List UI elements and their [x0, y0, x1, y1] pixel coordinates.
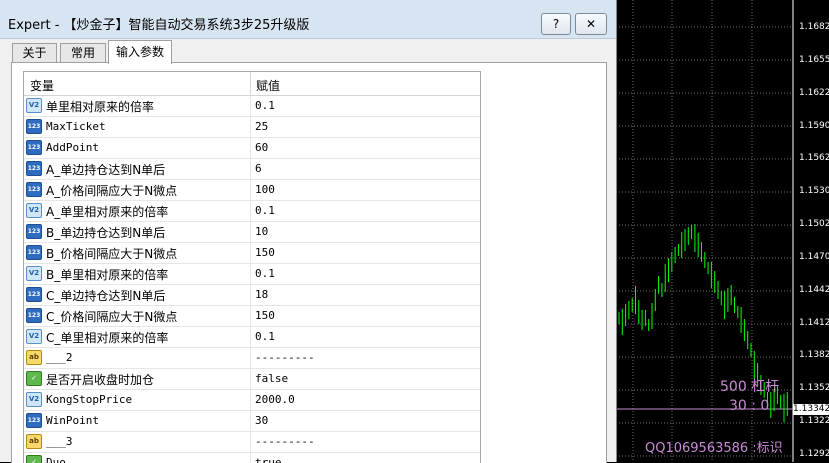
price-tick: 1.16550: [799, 55, 829, 65]
price-tick: 1.13825: [799, 350, 829, 360]
integer-icon: 123: [26, 287, 42, 302]
double-icon: V2: [26, 203, 42, 218]
parameter-name: AddPoint: [46, 141, 99, 154]
parameter-name: A_单里相对原来的倍率: [46, 205, 169, 219]
price-tick: 1.13520: [799, 383, 829, 393]
table-row[interactable]: V2 单里相对原来的倍率 0.1: [24, 96, 480, 117]
parameter-value[interactable]: 30: [255, 414, 268, 427]
parameter-value[interactable]: false: [255, 372, 288, 385]
parameter-name: C_单里相对原来的倍率: [46, 331, 169, 345]
integer-icon: 123: [26, 413, 42, 428]
parameter-name: ___2: [46, 351, 73, 364]
parameter-name: B_单里相对原来的倍率: [46, 268, 169, 282]
table-row[interactable]: 123 AddPoint 60: [24, 138, 480, 159]
parameter-value[interactable]: 0.1: [255, 267, 275, 280]
integer-icon: 123: [26, 245, 42, 260]
parameter-name: A_价格间隔应大于N微点: [46, 184, 178, 198]
parameter-name: C_价格间隔应大于N微点: [46, 310, 178, 324]
integer-icon: 123: [26, 182, 42, 197]
table-row[interactable]: V2 KongStopPrice 2000.0: [24, 390, 480, 411]
table-row[interactable]: ab ___2 ---------: [24, 348, 480, 369]
window-title: Expert - 【炒金子】智能自动交易系统3步25升级版: [8, 18, 310, 33]
table-row[interactable]: 123 MaxTicket 25: [24, 117, 480, 138]
integer-icon: 123: [26, 161, 42, 176]
parameter-name: C_单边持仓达到N单后: [46, 289, 166, 303]
integer-icon: 123: [26, 140, 42, 155]
inputs-table: 变量 赋值 V2 单里相对原来的倍率 0.1 123 MaxTicket 25 123 Add…: [23, 71, 481, 463]
parameter-name: WinPoint: [46, 414, 99, 427]
tab-inputs[interactable]: 输入参数: [108, 40, 172, 64]
table-row[interactable]: V2 B_单里相对原来的倍率 0.1: [24, 264, 480, 285]
parameter-name: KongStopPrice: [46, 393, 133, 406]
parameter-name: B_单边持仓达到N单后: [46, 226, 166, 240]
parameter-value[interactable]: 100: [255, 183, 275, 196]
column-header-variable[interactable]: 变量: [30, 77, 54, 94]
table-row[interactable]: V2 A_单里相对原来的倍率 0.1: [24, 201, 480, 222]
bool-icon: ✓: [26, 371, 42, 386]
string-icon: ab: [26, 434, 42, 449]
double-icon: V2: [26, 266, 42, 281]
table-body: V2 单里相对原来的倍率 0.1 123 MaxTicket 25 123 AddPoint 6…: [24, 96, 480, 463]
parameter-name: A_单边持仓达到N单后: [46, 163, 166, 177]
table-row[interactable]: 123 C_价格间隔应大于N微点 150: [24, 306, 480, 327]
title-bar[interactable]: Expert - 【炒金子】智能自动交易系统3步25升级版 ? ✕: [0, 0, 616, 39]
table-row[interactable]: ✓ 是否开启收盘时加仓 false: [24, 369, 480, 390]
table-row[interactable]: V2 C_单里相对原来的倍率 0.1: [24, 327, 480, 348]
parameter-value[interactable]: ---------: [255, 435, 315, 448]
parameter-name: 是否开启收盘时加仓: [46, 373, 155, 387]
parameter-name: MaxTicket: [46, 120, 106, 133]
integer-icon: 123: [26, 224, 42, 239]
price-tick: 1.16825: [799, 22, 829, 32]
integer-icon: 123: [26, 119, 42, 134]
price-tick: 1.14125: [799, 318, 829, 328]
column-header-value[interactable]: 赋值: [256, 77, 280, 94]
qq-label: QQ1069563586 :标识: [645, 441, 783, 456]
expert-dialog: Expert - 【炒金子】智能自动交易系统3步25升级版 ? ✕ 关于 常用 …: [0, 0, 617, 463]
price-tick: 1.14425: [799, 285, 829, 295]
parameter-name: B_价格间隔应大于N微点: [46, 247, 178, 261]
parameter-value[interactable]: 25: [255, 120, 268, 133]
parameter-value[interactable]: 2000.0: [255, 393, 295, 406]
current-price-label: 1.13342: [793, 404, 829, 415]
double-icon: V2: [26, 329, 42, 344]
price-tick: 1.15625: [799, 153, 829, 163]
tab-about[interactable]: 关于: [12, 43, 57, 63]
string-icon: ab: [26, 350, 42, 365]
table-row[interactable]: 123 C_单边持仓达到N单后 18: [24, 285, 480, 306]
tab-common[interactable]: 常用: [60, 43, 106, 63]
price-tick: 1.16225: [799, 88, 829, 98]
parameter-value[interactable]: 150: [255, 309, 275, 322]
parameter-value[interactable]: 10: [255, 225, 268, 238]
table-row[interactable]: 123 A_价格间隔应大于N微点 100: [24, 180, 480, 201]
parameter-value[interactable]: 6: [255, 162, 262, 175]
integer-icon: 123: [26, 308, 42, 323]
price-tick: 1.12920: [799, 449, 829, 459]
table-row[interactable]: ab ___3 ---------: [24, 432, 480, 453]
parameter-value[interactable]: 0.1: [255, 99, 275, 112]
price-tick: 1.15025: [799, 219, 829, 229]
ratio-text: 30 : 0: [729, 398, 770, 414]
price-tick: 1.13220: [799, 416, 829, 426]
leverage-text: 500 杠杆: [720, 379, 780, 395]
parameter-value[interactable]: 18: [255, 288, 268, 301]
double-icon: V2: [26, 392, 42, 407]
price-tick: 1.15300: [799, 186, 829, 196]
table-row[interactable]: 123 A_单边持仓达到N单后 6: [24, 159, 480, 180]
parameter-value[interactable]: 150: [255, 246, 275, 259]
table-row[interactable]: 123 B_单边持仓达到N单后 10: [24, 222, 480, 243]
table-header: 变量 赋值: [24, 72, 480, 96]
parameter-value[interactable]: ---------: [255, 351, 315, 364]
double-icon: V2: [26, 98, 42, 113]
table-row[interactable]: 123 WinPoint 30: [24, 411, 480, 432]
parameter-name: 单里相对原来的倍率: [46, 100, 155, 114]
help-button[interactable]: ?: [541, 13, 571, 35]
parameter-name: ___3: [46, 435, 73, 448]
parameter-value[interactable]: 0.1: [255, 204, 275, 217]
parameter-value[interactable]: 60: [255, 141, 268, 154]
table-row[interactable]: 123 B_价格间隔应大于N微点 150: [24, 243, 480, 264]
close-button[interactable]: ✕: [575, 13, 607, 35]
price-tick: 1.15900: [799, 121, 829, 131]
price-tick: 1.14700: [799, 252, 829, 262]
parameter-value[interactable]: 0.1: [255, 330, 275, 343]
